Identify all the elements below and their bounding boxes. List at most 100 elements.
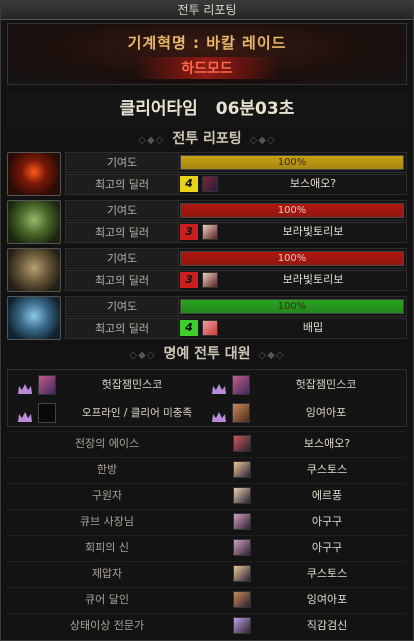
top-dealer-row: 최고의 딜러 3 보라빛토리보 [65, 222, 407, 243]
top-dealer: 4 보스애오? [180, 176, 406, 193]
contribution-bar: 100% [180, 155, 404, 170]
boss-helm-icon [7, 152, 61, 196]
award-row: 제압자 쿠스토스 [7, 561, 407, 585]
empty-portrait-icon [38, 403, 56, 423]
contribution-label: 기여도 [66, 153, 179, 172]
award-row: 큐브 사장님 아구구 [7, 509, 407, 533]
top-dealer-name[interactable]: 보스애오? [220, 176, 406, 192]
character-portrait-icon [202, 224, 218, 240]
contribution-row: 기여도 100% [65, 248, 407, 269]
contribution-bar: 100% [180, 203, 404, 218]
top-dealer: 4 배밉 [180, 320, 406, 337]
boss-helm-icon [7, 248, 61, 292]
character-portrait-icon [233, 487, 251, 504]
award-winner-name[interactable]: 아구구 [257, 536, 397, 559]
character-portrait-icon [233, 617, 251, 634]
rank-badge: 4 [180, 176, 198, 192]
honor-member-name: 헛잡잼민스코 [101, 378, 163, 391]
clear-time-value: 06분03초 [215, 99, 295, 119]
award-row: 회피의 신 아구구 [7, 535, 407, 559]
contribution-text: 100% [277, 301, 307, 312]
combat-report-window: 전투 리포팅 기계혁명 : 바칼 레이드 하드모드 클리어타임 06분03초 ◇… [0, 0, 414, 641]
top-dealer-label: 최고의 딜러 [66, 319, 179, 338]
character-portrait-icon [202, 272, 218, 288]
crown-icon [18, 379, 32, 394]
top-dealer-name[interactable]: 배밉 [220, 320, 406, 336]
ornament-right-icon: ◇◆◇ [258, 350, 285, 361]
top-dealer-name[interactable]: 보라빛토리보 [220, 272, 406, 288]
honor-member[interactable]: 잉여아포 [212, 400, 402, 426]
offline-status: 오프라인 / 클리어 미충족 [81, 407, 193, 419]
honor-member-name: 잉여아포 [305, 406, 347, 419]
award-label: 상태이상 전문가 [69, 619, 145, 632]
honor-member[interactable]: 헛잡잼민스코 [18, 372, 208, 398]
party-3: 기여도 100% 최고의 딜러 3 보라빛토리보 [7, 248, 407, 294]
character-portrait-icon [233, 435, 251, 452]
contribution-label: 기여도 [66, 297, 179, 316]
award-winner-name[interactable]: 쿠스토스 [257, 562, 397, 585]
difficulty-mode: 하드모드 [135, 57, 279, 79]
crown-icon [212, 407, 226, 422]
top-dealer-label: 최고의 딜러 [66, 223, 179, 242]
top-dealer-row: 최고의 딜러 4 배밉 [65, 318, 407, 339]
top-dealer-label: 최고의 딜러 [66, 175, 179, 194]
award-label: 구원자 [91, 489, 123, 502]
award-winner-name[interactable]: 잉여아포 [257, 588, 397, 611]
top-dealer: 3 보라빛토리보 [180, 224, 406, 241]
crown-icon [212, 379, 226, 394]
clear-time: 클리어타임 06분03초 [7, 91, 407, 127]
section-honor-header: ◇◆◇ 명예 전투 대원 ◇◆◇ [7, 344, 407, 364]
honor-member-name: 헛잡잼민스코 [295, 378, 357, 391]
contribution-text: 100% [277, 253, 307, 264]
award-label: 전장의 에이스 [74, 437, 140, 450]
top-dealer-row: 최고의 딜러 3 보라빛토리보 [65, 270, 407, 291]
award-row: 한방 쿠스토스 [7, 457, 407, 481]
character-portrait-icon [233, 591, 251, 608]
character-portrait-icon [233, 565, 251, 582]
rank-badge: 3 [180, 272, 198, 288]
character-portrait-icon [202, 320, 218, 336]
character-portrait-icon [232, 403, 250, 423]
award-winner-name[interactable]: 쿠스토스 [257, 458, 397, 481]
contribution-label: 기여도 [66, 201, 179, 220]
window-title[interactable]: 전투 리포팅 [1, 1, 413, 20]
raid-header: 기계혁명 : 바칼 레이드 하드모드 [7, 23, 407, 85]
section-report-title: 전투 리포팅 [172, 131, 242, 147]
clear-time-label: 클리어타임 [119, 99, 198, 119]
award-winner-name[interactable]: 에르풍 [257, 484, 397, 507]
honor-member-offline: 오프라인 / 클리어 미충족 [18, 400, 208, 426]
top-dealer-name[interactable]: 보라빛토리보 [220, 224, 406, 240]
character-portrait-icon [232, 375, 250, 395]
award-row: 전장의 에이스 보스애오? [7, 431, 407, 455]
crown-icon [18, 407, 32, 422]
boss-helm-icon [7, 200, 61, 244]
contribution-text: 100% [277, 205, 307, 216]
award-label: 큐어 달인 [85, 593, 129, 606]
ornament-left-icon: ◇◆◇ [129, 350, 156, 361]
award-winner-name[interactable]: 직감검신 [257, 614, 397, 637]
award-winner-name[interactable]: 아구구 [257, 510, 397, 533]
contribution-row: 기여도 100% [65, 296, 407, 317]
section-honor-title: 명예 전투 대원 [163, 346, 251, 362]
awards-list: 전장의 에이스 보스애오? 한방 쿠스토스 구원자 에르풍 큐브 사장님 아구구 회피의 신 아구… [7, 431, 407, 639]
contribution-bar: 100% [180, 299, 404, 314]
raid-title: 기계혁명 : 바칼 레이드 [127, 34, 287, 52]
honor-members: 헛잡잼민스코 헛잡잼민스코 오프라인 / 클리어 미충족 잉여아포 [7, 369, 407, 427]
contribution-label: 기여도 [66, 249, 179, 268]
section-report-header: ◇◆◇ 전투 리포팅 ◇◆◇ [7, 129, 407, 149]
character-portrait-icon [233, 513, 251, 530]
boss-helm-icon [7, 296, 61, 340]
contribution-row: 기여도 100% [65, 152, 407, 173]
character-portrait-icon [38, 375, 56, 395]
ornament-left-icon: ◇◆◇ [138, 135, 165, 146]
party-4: 기여도 100% 최고의 딜러 4 배밉 [7, 296, 407, 342]
honor-member[interactable]: 헛잡잼민스코 [212, 372, 402, 398]
award-label: 한방 [96, 463, 118, 476]
party-2: 기여도 100% 최고의 딜러 3 보라빛토리보 [7, 200, 407, 246]
award-label: 큐브 사장님 [79, 515, 135, 528]
rank-badge: 4 [180, 320, 198, 336]
character-portrait-icon [202, 176, 218, 192]
award-winner-name[interactable]: 보스애오? [257, 432, 397, 455]
contribution-row: 기여도 100% [65, 200, 407, 221]
award-label: 회피의 신 [85, 541, 129, 554]
